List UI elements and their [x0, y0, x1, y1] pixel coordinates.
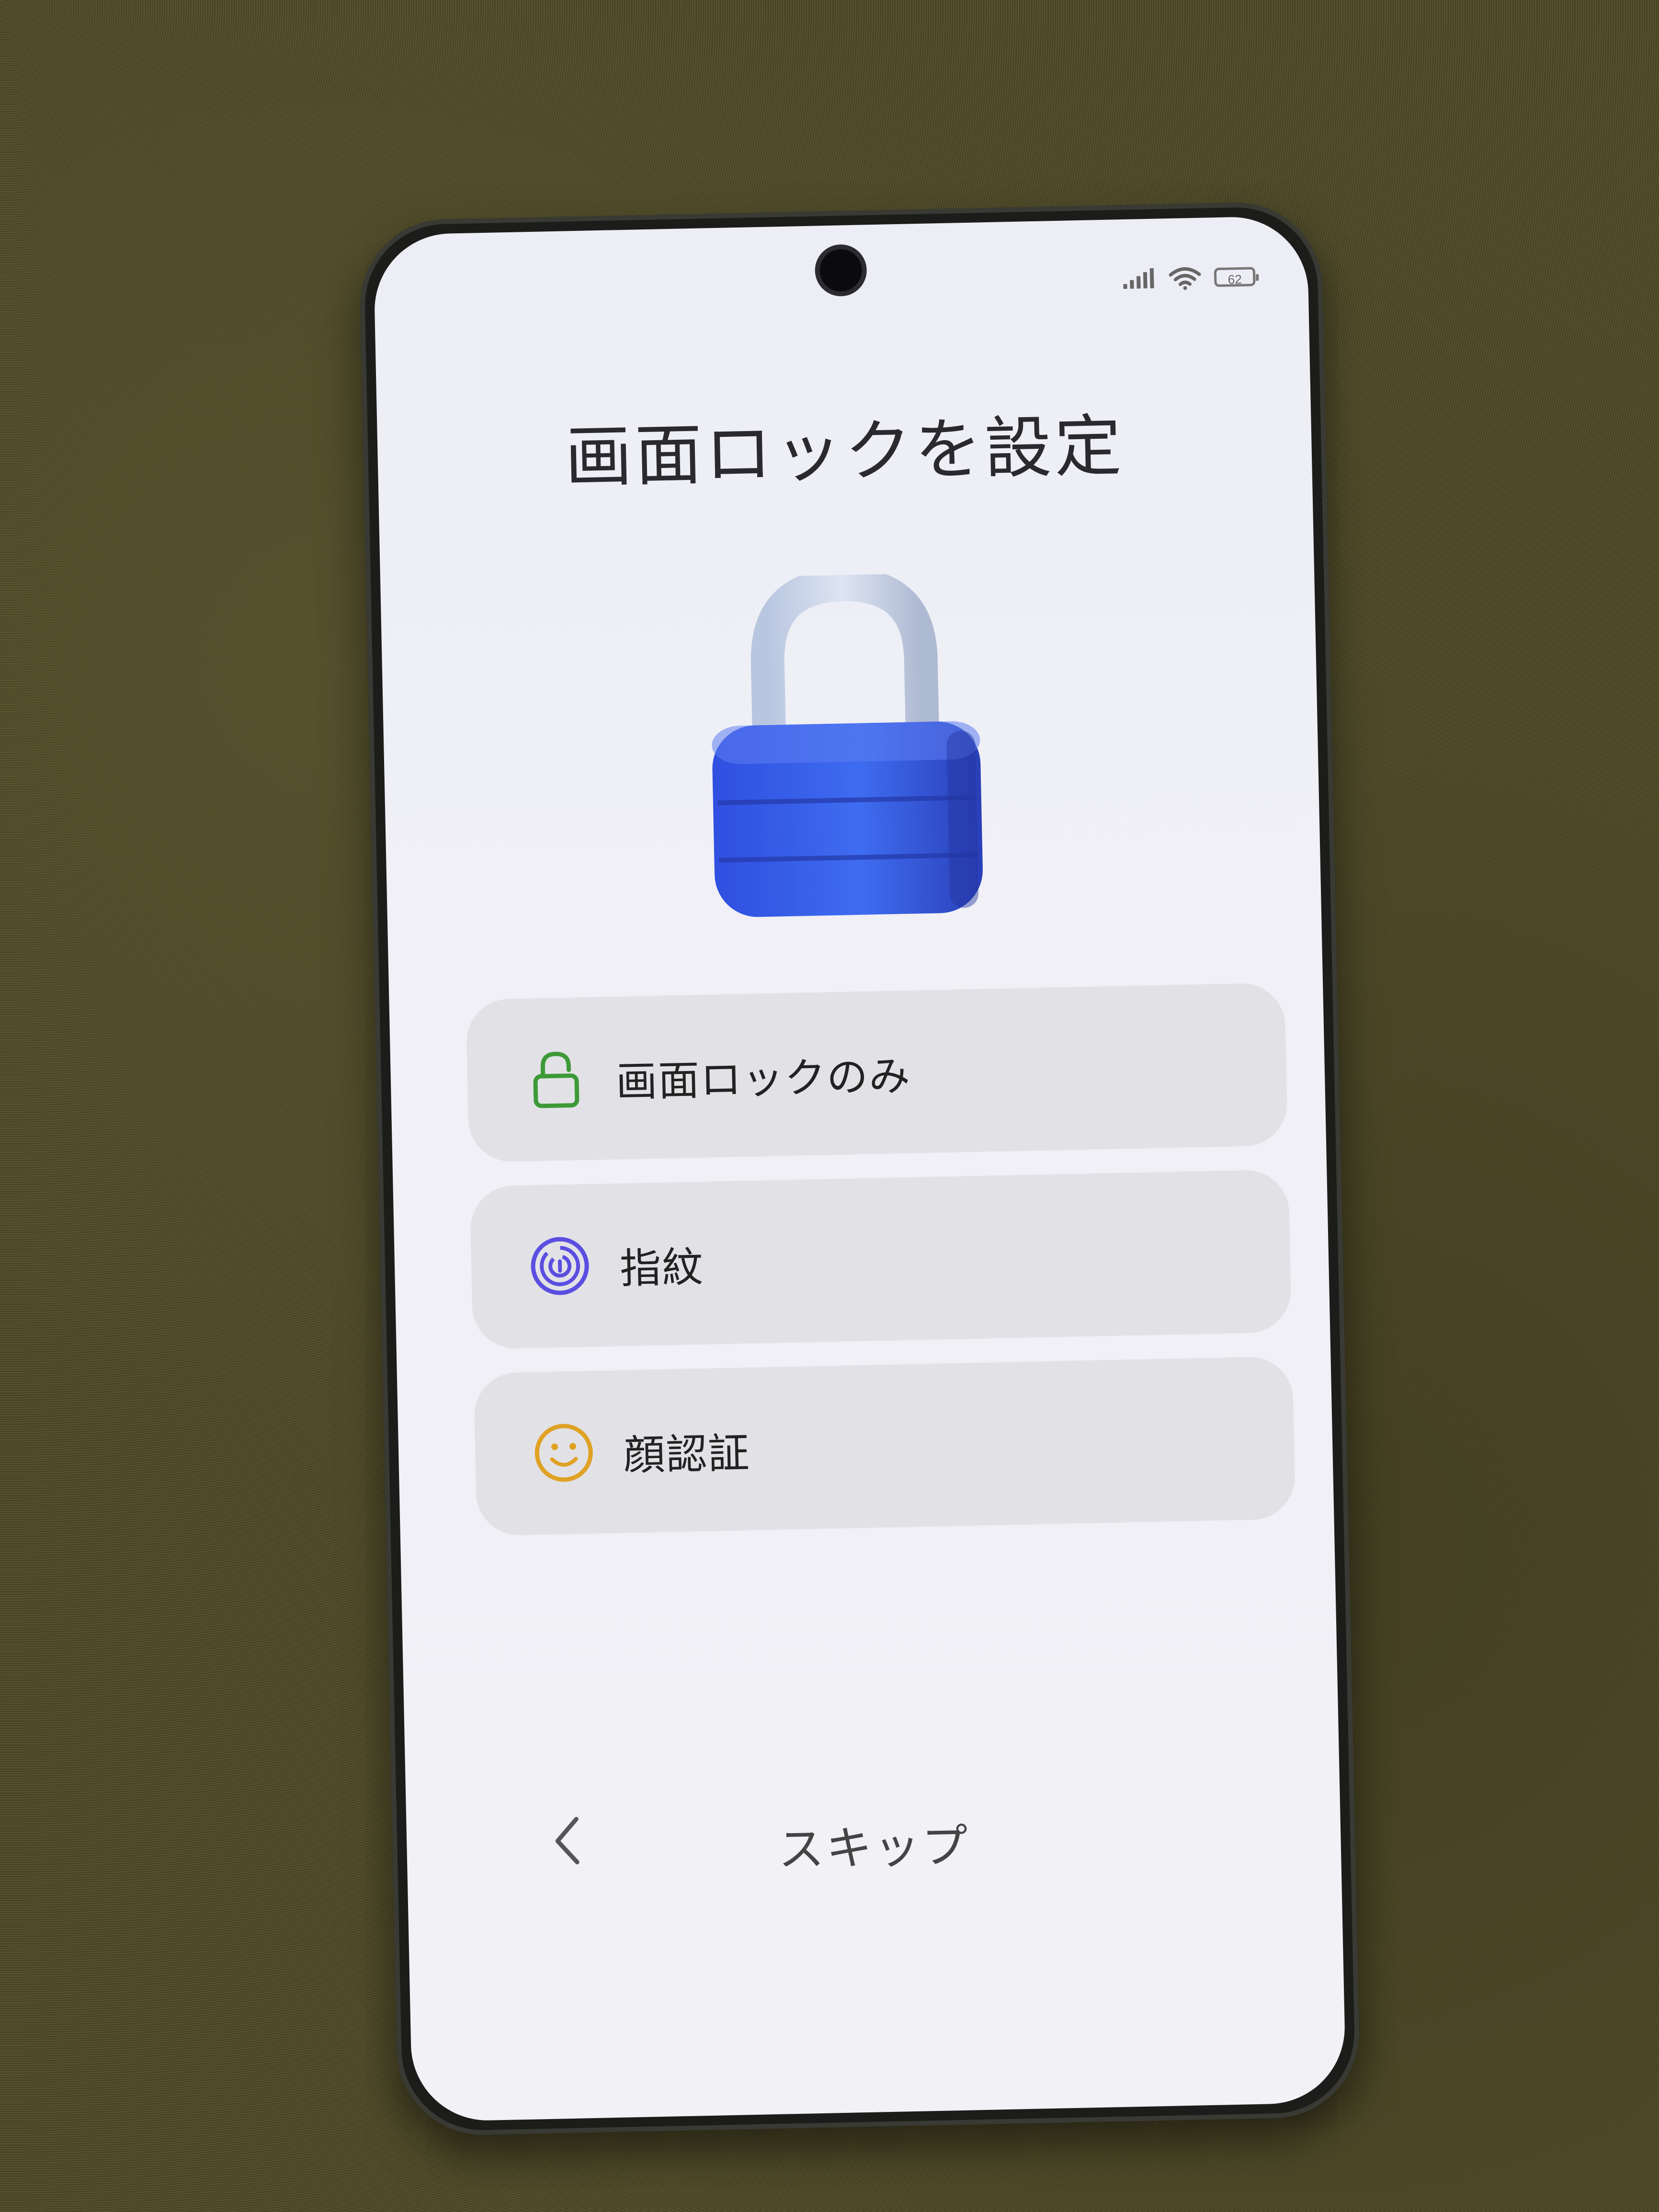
option-face-recognition[interactable]: 顔認証 — [473, 1356, 1296, 1536]
smiley-face-icon — [534, 1424, 593, 1482]
page-title: 画面ロックを設定 — [564, 407, 1125, 497]
wifi-icon — [1169, 267, 1201, 290]
signal-icon — [1123, 268, 1154, 289]
lock-options-list: 画面ロックのみ 指紋 顔認証 — [466, 982, 1296, 1560]
phone-device: 62 画面ロックを設定 画面ロックのみ 指紋 顔認証 スキップ — [358, 201, 1361, 2137]
phone-screen: 62 画面ロックを設定 画面ロックのみ 指紋 顔認証 スキップ — [373, 216, 1347, 2122]
footer-nav: スキップ — [406, 1781, 1341, 1897]
front-camera — [819, 249, 863, 292]
padlock-icon — [712, 571, 983, 917]
skip-button[interactable]: スキップ — [777, 1809, 970, 1879]
option-label: 顔認証 — [623, 1429, 751, 1480]
fingerprint-icon — [531, 1237, 589, 1295]
status-bar: 62 — [1122, 264, 1256, 291]
option-label: 画面ロックのみ — [615, 1052, 912, 1106]
chevron-left-icon[interactable] — [550, 1812, 584, 1870]
option-screen-lock-only[interactable]: 画面ロックのみ — [466, 982, 1288, 1163]
option-fingerprint[interactable]: 指紋 — [469, 1169, 1292, 1349]
lock-icon — [533, 1051, 580, 1108]
battery-icon: 62 — [1214, 267, 1256, 287]
option-label: 指紋 — [619, 1243, 705, 1293]
battery-level: 62 — [1227, 272, 1242, 287]
